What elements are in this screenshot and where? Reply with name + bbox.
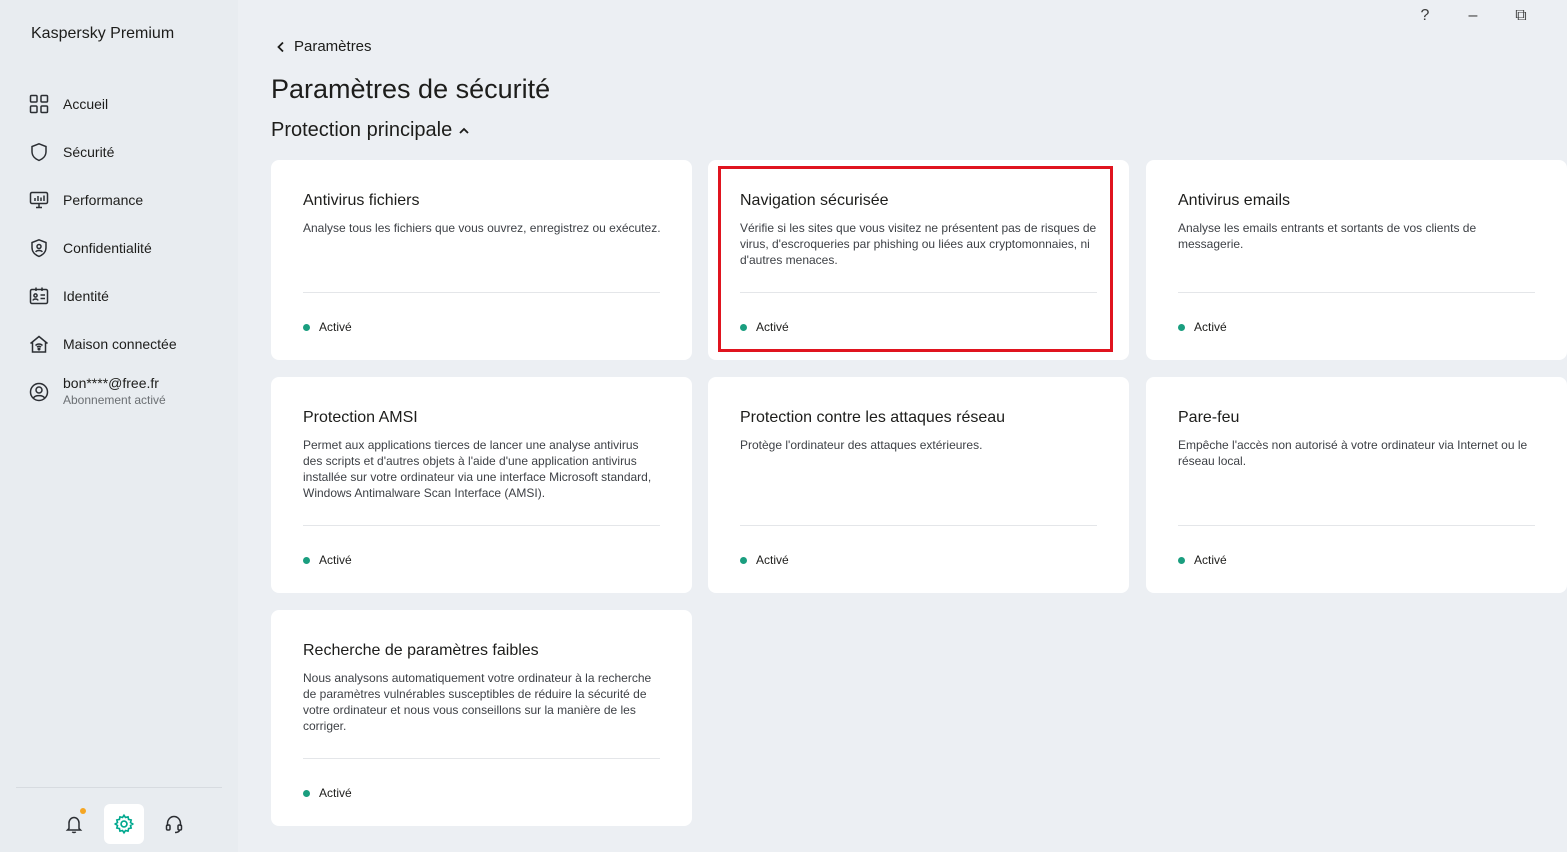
status-label: Activé <box>756 553 789 567</box>
sidebar-item-performance[interactable]: Performance <box>0 176 238 224</box>
card-description: Analyse tous les fichiers que vous ouvre… <box>303 221 661 235</box>
card-divider <box>303 525 660 526</box>
restore-button[interactable]: ⧉ <box>1497 4 1545 28</box>
section-toggle[interactable]: Protection principale <box>271 119 470 142</box>
status-dot-icon <box>303 556 310 564</box>
id-card-icon <box>29 286 49 306</box>
sidebar-item-maison-connectee[interactable]: Maison connectée <box>0 320 238 368</box>
card-status: Activé <box>303 320 352 334</box>
card-divider <box>1178 292 1535 293</box>
sidebar-item-label: Accueil <box>63 96 109 112</box>
card-status: Activé <box>303 786 352 800</box>
status-dot-icon <box>740 323 747 331</box>
support-button[interactable] <box>154 804 194 844</box>
sidebar-nav: Accueil Sécurité Performance Confidentia… <box>0 80 238 368</box>
status-label: Activé <box>756 320 789 334</box>
card-divider <box>740 292 1097 293</box>
chevron-left-icon <box>276 41 286 53</box>
card-title: Protection AMSI <box>303 409 418 426</box>
card-description: Protège l'ordinateur des attaques extéri… <box>740 438 983 452</box>
minimize-button[interactable]: – <box>1449 4 1497 28</box>
help-button[interactable]: ? <box>1401 4 1449 28</box>
card-status: Activé <box>740 553 789 567</box>
card-description: Empêche l'accès non autorisé à votre ord… <box>1178 438 1528 468</box>
card-description: Nous analysons automatiquement votre ord… <box>303 671 652 733</box>
back-label: Paramètres <box>294 38 372 55</box>
status-dot-icon <box>303 323 310 331</box>
card-antivirus-fichiers[interactable]: Antivirus fichiers Analyse tous les fichi… <box>271 160 692 360</box>
card-title: Recherche de paramètres faibles <box>303 642 539 659</box>
card-protection-amsi[interactable]: Protection AMSI Permet aux applications t… <box>271 377 692 593</box>
page-title: Paramètres de sécurité <box>271 74 551 104</box>
smart-home-icon <box>29 334 49 354</box>
card-description: Permet aux applications tierces de lance… <box>303 438 652 500</box>
card-title: Pare-feu <box>1178 409 1240 426</box>
card-title: Antivirus fichiers <box>303 192 420 209</box>
sidebar-item-label: Sécurité <box>63 144 115 160</box>
sidebar-item-label: Performance <box>63 192 144 208</box>
headset-icon <box>164 814 184 834</box>
card-status: Activé <box>1178 553 1227 567</box>
status-dot-icon <box>1178 556 1185 564</box>
notifications-button[interactable] <box>54 804 94 844</box>
card-title: Antivirus emails <box>1178 192 1291 209</box>
bell-icon <box>64 814 84 834</box>
status-dot-icon <box>303 789 310 797</box>
sidebar-bottom-bar <box>54 804 204 844</box>
status-label: Activé <box>319 553 352 567</box>
back-button[interactable]: Paramètres <box>276 38 372 55</box>
sidebar-item-identite[interactable]: Identité <box>0 272 238 320</box>
sidebar-item-confidentialite[interactable]: Confidentialité <box>0 224 238 272</box>
notification-dot <box>80 808 86 814</box>
gear-icon <box>113 813 135 835</box>
card-description: Analyse les emails entrants et sortants … <box>1178 221 1477 251</box>
status-label: Activé <box>319 786 352 800</box>
account-item[interactable]: bon****@free.fr Abonnement activé <box>29 374 166 408</box>
user-icon <box>29 382 49 402</box>
card-divider <box>303 758 660 759</box>
sidebar-item-label: Identité <box>63 288 109 304</box>
card-divider <box>1178 525 1535 526</box>
sidebar-item-label: Maison connectée <box>63 336 177 352</box>
sidebar-item-label: Confidentialité <box>63 240 152 256</box>
status-label: Activé <box>1194 553 1227 567</box>
status-dot-icon <box>1178 323 1185 331</box>
window-controls: ? – ⧉ <box>1401 4 1545 28</box>
chevron-up-icon <box>458 126 470 136</box>
sidebar-item-securite[interactable]: Sécurité <box>0 128 238 176</box>
card-recherche-parametres-faibles[interactable]: Recherche de paramètres faibles Nous anal… <box>271 610 692 826</box>
card-navigation-securisee[interactable]: Navigation sécurisée Vérifie si les sites… <box>708 160 1129 360</box>
section-title: Protection principale <box>271 119 453 141</box>
sidebar: Kaspersky Premium Accueil Sécurité Perfo… <box>0 0 238 852</box>
card-status: Activé <box>303 553 352 567</box>
subscription-status: Abonnement activé <box>63 393 166 407</box>
app-title: Kaspersky Premium <box>31 25 175 42</box>
status-label: Activé <box>319 320 352 334</box>
status-dot-icon <box>740 556 747 564</box>
settings-button[interactable] <box>104 804 144 844</box>
status-label: Activé <box>1194 320 1227 334</box>
card-divider <box>303 292 660 293</box>
privacy-shield-icon <box>29 238 49 258</box>
account-email: bon****@free.fr <box>63 375 159 391</box>
home-grid-icon <box>29 94 49 114</box>
card-description: Vérifie si les sites que vous visitez ne… <box>740 221 1097 267</box>
shield-icon <box>29 142 49 162</box>
card-status: Activé <box>1178 320 1227 334</box>
sidebar-item-accueil[interactable]: Accueil <box>0 80 238 128</box>
card-divider <box>740 525 1097 526</box>
card-status: Activé <box>740 320 789 334</box>
card-title: Navigation sécurisée <box>740 192 889 209</box>
card-pare-feu[interactable]: Pare-feu Empêche l'accès non autorisé à v… <box>1146 377 1567 593</box>
monitor-icon <box>29 190 49 210</box>
sidebar-divider <box>16 787 222 788</box>
card-title: Protection contre les attaques réseau <box>740 409 1006 426</box>
card-antivirus-emails[interactable]: Antivirus emails Analyse les emails entra… <box>1146 160 1567 360</box>
card-protection-attaques-reseau[interactable]: Protection contre les attaques réseau Pro… <box>708 377 1129 593</box>
